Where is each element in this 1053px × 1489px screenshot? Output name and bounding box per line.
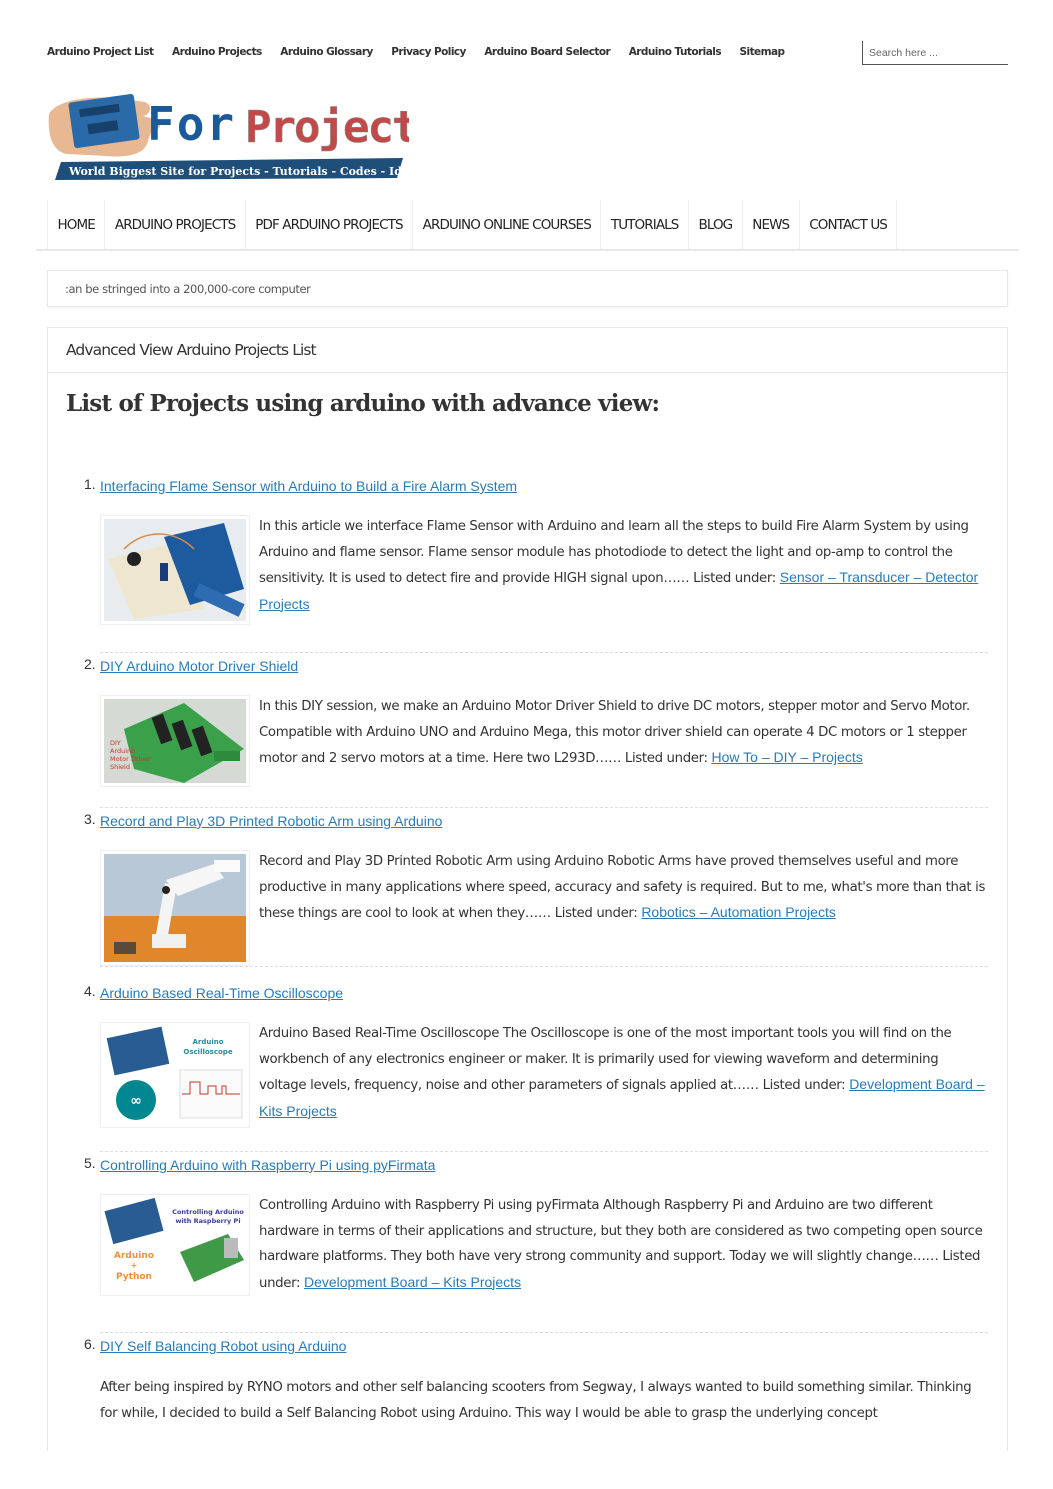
list-item: 4. Arduino Based Real-Time Oscilloscope … <box>84 983 988 1128</box>
thumb-caption: Arduino <box>114 1251 154 1261</box>
item-number: 2. <box>84 656 96 672</box>
item-separator <box>100 1332 988 1333</box>
logo-graphic: For Projects World Biggest Site for Proj… <box>48 94 443 180</box>
project-title-link[interactable]: Record and Play 3D Printed Robotic Arm u… <box>100 813 442 829</box>
item-separator <box>100 966 988 967</box>
panel-heading: Advanced View Arduino Projects List <box>48 328 1007 373</box>
project-description: In this article we interface Flame Senso… <box>259 514 988 625</box>
list-item: 5. Controlling Arduino with Raspberry Pi… <box>84 1155 988 1296</box>
top-link-project-list[interactable]: Arduino Project List <box>47 46 154 58</box>
logo-word-for: For <box>147 97 236 151</box>
item-number: 3. <box>84 811 96 827</box>
motor-driver-shield-image: DIY Arduino Motor Driver Shield <box>104 699 246 783</box>
arduino-oscilloscope-image: ∞ Arduino Oscilloscope <box>104 1026 246 1124</box>
top-link-privacy-policy[interactable]: Privacy Policy <box>391 46 466 58</box>
item-separator <box>100 1151 988 1152</box>
category-link[interactable]: How To – DIY – Projects <box>712 749 863 765</box>
project-title-link[interactable]: Arduino Based Real-Time Oscilloscope <box>100 985 343 1001</box>
projects-list: 1. Interfacing Flame Sensor with Arduino… <box>84 476 988 1426</box>
project-description: Record and Play 3D Printed Robotic Arm u… <box>259 849 988 966</box>
project-description: Arduino Based Real-Time Oscilloscope The… <box>259 1021 988 1128</box>
project-thumbnail[interactable]: Controlling Arduino with Raspberry Pi Ar… <box>100 1194 250 1296</box>
nav-tutorials[interactable]: TUTORIALS <box>600 200 688 250</box>
nav-news[interactable]: NEWS <box>741 200 799 250</box>
main-nav: HOME ARDUINO PROJECTS PDF ARDUINO PROJEC… <box>47 200 898 250</box>
page-title: List of Projects using arduino with adva… <box>66 390 660 417</box>
search-box <box>862 41 1008 65</box>
nav-divider <box>36 249 1019 251</box>
nav-blog[interactable]: BLOG <box>687 200 742 250</box>
top-links-nav: Arduino Project List Arduino Projects Ar… <box>47 46 803 58</box>
thumb-caption: Python <box>116 1272 152 1282</box>
thumb-caption: Arduino <box>192 1038 223 1046</box>
top-link-glossary[interactable]: Arduino Glossary <box>280 46 373 58</box>
list-item: 1. Interfacing Flame Sensor with Arduino… <box>84 476 988 625</box>
list-item: 3. Record and Play 3D Printed Robotic Ar… <box>84 811 988 966</box>
top-link-tutorials[interactable]: Arduino Tutorials <box>629 46 722 58</box>
nav-arduino-projects[interactable]: ARDUINO PROJECTS <box>104 200 244 250</box>
breadboard-with-arduino-image <box>104 519 246 621</box>
project-thumbnail[interactable]: DIY Arduino Motor Driver Shield <box>100 695 250 787</box>
category-link[interactable]: Development Board – Kits Projects <box>304 1274 521 1290</box>
thumb-caption: Motor Driver <box>110 755 151 763</box>
category-link[interactable]: Robotics – Automation Projects <box>641 904 836 920</box>
item-number: 1. <box>84 476 96 492</box>
logo-word-projects: Projects <box>245 102 409 153</box>
nav-pdf-arduino-projects[interactable]: PDF ARDUINO PROJECTS <box>244 200 412 250</box>
description-text: Record and Play 3D Printed Robotic Arm u… <box>259 854 986 921</box>
logo-tagline: World Biggest Site for Projects - Tutori… <box>68 165 409 178</box>
project-title-link[interactable]: DIY Self Balancing Robot using Arduino <box>100 1338 346 1354</box>
description-text: Arduino Based Real-Time Oscilloscope The… <box>259 1026 952 1093</box>
project-description: Controlling Arduino with Raspberry Pi us… <box>259 1193 988 1296</box>
arduino-board-icon <box>68 94 140 148</box>
list-item: 6. DIY Self Balancing Robot using Arduin… <box>84 1336 988 1426</box>
nav-contact-us[interactable]: CONTACT US <box>798 200 898 250</box>
top-link-arduino-projects[interactable]: Arduino Projects <box>172 46 262 58</box>
project-thumbnail[interactable] <box>100 850 250 966</box>
arduino-raspberry-pi-image: Controlling Arduino with Raspberry Pi Ar… <box>104 1198 246 1286</box>
project-description: In this DIY session, we make an Arduino … <box>259 694 988 787</box>
thumb-caption: with Raspberry Pi <box>175 1217 240 1225</box>
item-number: 6. <box>84 1336 96 1352</box>
description-text: In this DIY session, we make an Arduino … <box>259 699 970 766</box>
svg-text:∞: ∞ <box>130 1093 142 1109</box>
nav-arduino-online-courses[interactable]: ARDUINO ONLINE COURSES <box>412 200 600 250</box>
projects-panel: Advanced View Arduino Projects List List… <box>47 327 1008 1451</box>
item-separator <box>100 652 988 653</box>
thumb-caption: + <box>131 1261 138 1270</box>
top-link-sitemap[interactable]: Sitemap <box>740 46 786 58</box>
thumb-caption: DIY <box>110 739 121 747</box>
list-item: 2. DIY Arduino Motor Driver Shield DIY A… <box>84 656 988 787</box>
top-link-board-selector[interactable]: Arduino Board Selector <box>484 46 610 58</box>
item-separator <box>100 807 988 808</box>
project-title-link[interactable]: Interfacing Flame Sensor with Arduino to… <box>100 478 517 494</box>
thumb-caption: Shield <box>110 763 130 771</box>
thumb-caption: Controlling Arduino <box>172 1208 244 1216</box>
robotic-arm-image <box>104 854 246 962</box>
item-number: 5. <box>84 1155 96 1171</box>
site-logo[interactable]: For Projects World Biggest Site for Proj… <box>47 92 443 184</box>
nav-home[interactable]: HOME <box>47 200 104 250</box>
project-description: After being inspired by RYNO motors and … <box>100 1380 972 1421</box>
project-title-link[interactable]: DIY Arduino Motor Driver Shield <box>100 658 298 674</box>
thumb-caption: Oscilloscope <box>183 1048 232 1056</box>
project-thumbnail[interactable] <box>100 515 250 625</box>
thumb-caption: Arduino <box>110 747 135 755</box>
ticker-text: :an be stringed into a 200,000-core comp… <box>65 281 311 296</box>
search-input[interactable] <box>869 42 1008 64</box>
project-thumbnail[interactable]: ∞ Arduino Oscilloscope <box>100 1022 250 1128</box>
item-number: 4. <box>84 983 96 999</box>
project-title-link[interactable]: Controlling Arduino with Raspberry Pi us… <box>100 1157 435 1173</box>
news-ticker[interactable]: :an be stringed into a 200,000-core comp… <box>47 270 1008 307</box>
